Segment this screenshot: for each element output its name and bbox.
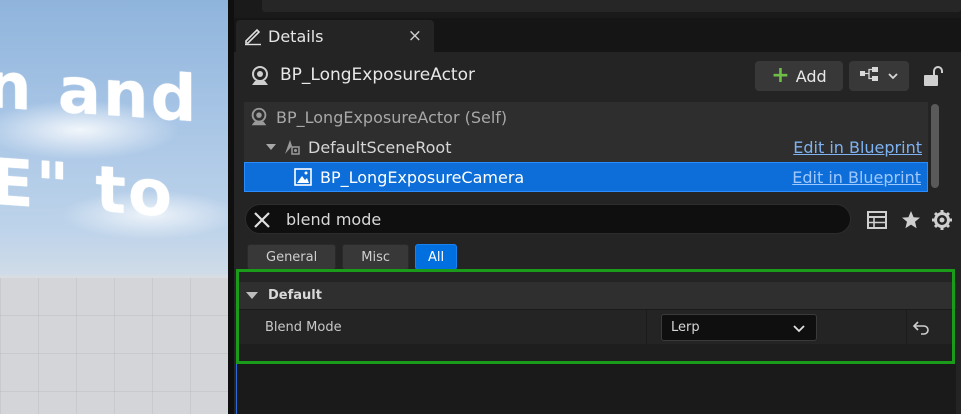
tree-scrollbar[interactable] bbox=[931, 104, 939, 188]
plus-icon: + bbox=[771, 63, 790, 88]
chevron-down-icon bbox=[887, 67, 899, 86]
actor-header: BP_LongExposureActor + Add bbox=[234, 52, 961, 100]
tree-item-label: BP_LongExposureCamera bbox=[320, 167, 525, 187]
close-icon[interactable]: × bbox=[408, 26, 422, 46]
edit-in-blueprint-link[interactable]: Edit in Blueprint bbox=[792, 168, 921, 187]
tab-details[interactable]: Details × bbox=[236, 20, 434, 52]
component-tree: BP_LongExposureActor (Self) DefaultScene… bbox=[244, 102, 928, 192]
filter-misc[interactable]: Misc bbox=[342, 244, 409, 270]
blueprint-hierarchy-icon bbox=[859, 66, 881, 86]
tree-item-camera[interactable]: BP_LongExposureCamera Edit in Blueprint bbox=[244, 162, 928, 192]
tab-bar: Details × bbox=[234, 18, 961, 52]
expand-triangle-icon[interactable] bbox=[266, 144, 276, 150]
image-component-icon bbox=[293, 167, 313, 187]
gear-icon[interactable] bbox=[931, 209, 953, 231]
actor-icon bbox=[248, 64, 272, 88]
actor-icon bbox=[248, 106, 270, 128]
floor-grid bbox=[0, 278, 228, 414]
tab-label: Details bbox=[268, 26, 324, 46]
tree-item-label: DefaultSceneRoot bbox=[308, 137, 452, 157]
star-icon[interactable] bbox=[900, 209, 922, 231]
viewport-text-line-1: n and bbox=[0, 48, 199, 138]
search-box[interactable]: blend mode bbox=[245, 204, 851, 234]
details-empty-area bbox=[236, 364, 956, 414]
table-view-icon[interactable] bbox=[866, 209, 888, 231]
unlock-icon[interactable] bbox=[922, 64, 944, 88]
top-strip bbox=[234, 0, 961, 16]
clear-icon[interactable] bbox=[252, 210, 272, 230]
section-filters: General Misc All bbox=[247, 244, 458, 270]
filter-all[interactable]: All bbox=[414, 244, 458, 270]
level-viewport[interactable]: n and E" to bbox=[0, 0, 228, 414]
actor-name: BP_LongExposureActor bbox=[280, 65, 475, 85]
top-strip-inner bbox=[262, 0, 961, 12]
pencil-icon bbox=[242, 25, 264, 47]
edit-in-blueprint-link[interactable]: Edit in Blueprint bbox=[793, 138, 922, 157]
tree-item-default-scene-root[interactable]: DefaultSceneRoot Edit in Blueprint bbox=[244, 132, 928, 162]
tree-item-self[interactable]: BP_LongExposureActor (Self) bbox=[244, 102, 928, 132]
viewport-text-line-2: E" to bbox=[0, 145, 174, 233]
add-button-label: Add bbox=[795, 66, 827, 86]
scene-component-icon bbox=[282, 137, 302, 157]
highlight-box bbox=[236, 269, 955, 364]
tree-item-label: BP_LongExposureActor (Self) bbox=[276, 107, 508, 127]
filter-general[interactable]: General bbox=[247, 244, 337, 270]
search-input[interactable]: blend mode bbox=[286, 210, 381, 229]
blueprint-options-button[interactable] bbox=[849, 61, 909, 91]
editor-window: n and E" to Details × BP_LongExposureAct… bbox=[0, 0, 961, 414]
add-component-button[interactable]: + Add bbox=[755, 61, 843, 91]
